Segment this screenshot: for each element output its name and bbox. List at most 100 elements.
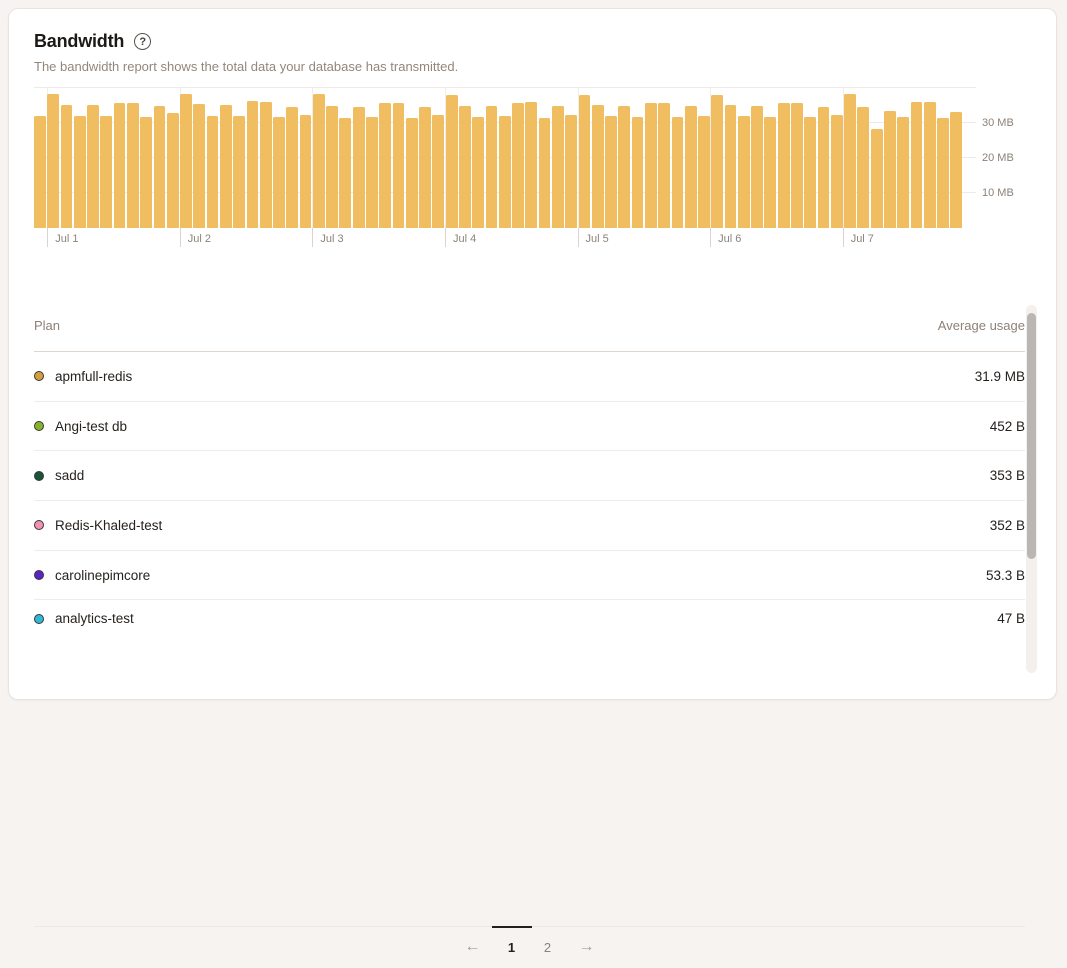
chart-bar[interactable] (446, 95, 458, 228)
chart-bar[interactable] (525, 102, 537, 228)
chart-bar[interactable] (499, 116, 511, 228)
chart-bar[interactable] (432, 115, 444, 228)
plan-usage-value: 352 B (990, 518, 1025, 533)
chart-bar[interactable] (459, 106, 471, 229)
plan-usage-value: 47 B (997, 611, 1025, 626)
x-axis-tick (578, 228, 579, 247)
chart-bar[interactable] (180, 94, 192, 228)
chart-bar[interactable] (645, 103, 657, 228)
plan-usage-value: 31.9 MB (975, 369, 1025, 384)
scrollbar-thumb[interactable] (1027, 313, 1036, 559)
plan-name: analytics-test (55, 611, 134, 626)
chart-bar[interactable] (605, 116, 617, 228)
chart-bar[interactable] (884, 111, 896, 228)
chart-bar[interactable] (353, 107, 365, 228)
chart-bar[interactable] (486, 106, 498, 228)
chart-bar[interactable] (751, 106, 763, 228)
plan-name: sadd (55, 468, 84, 483)
chart-bar[interactable] (61, 105, 73, 228)
chart-bar[interactable] (778, 103, 790, 228)
page-subtitle: The bandwidth report shows the total dat… (34, 59, 934, 74)
chart-bar[interactable] (672, 117, 684, 228)
chart-bar[interactable] (937, 118, 949, 228)
chart-bar[interactable] (127, 103, 139, 228)
chart-bar[interactable] (472, 117, 484, 228)
x-axis-tick-label: Jul 2 (188, 233, 211, 245)
chart-bar[interactable] (844, 94, 856, 228)
chart-bar[interactable] (393, 103, 405, 228)
previous-page-button[interactable]: ← (464, 927, 482, 967)
chart-bar[interactable] (140, 117, 152, 228)
chart-bar[interactable] (87, 105, 99, 228)
plan-usage-value: 53.3 B (986, 568, 1025, 583)
chart-bar[interactable] (233, 116, 245, 228)
chart-bar[interactable] (406, 118, 418, 228)
chart-bar[interactable] (738, 116, 750, 228)
chart-bar[interactable] (100, 116, 112, 228)
chart-bar[interactable] (658, 103, 670, 228)
chart-bar[interactable] (154, 106, 166, 228)
chart-bar[interactable] (34, 116, 46, 228)
chart-bar[interactable] (592, 105, 604, 229)
page-button-2[interactable]: 2 (530, 927, 566, 967)
x-axis-tick-label: Jul 6 (718, 233, 741, 245)
chart-bar[interactable] (565, 115, 577, 228)
plan-color-dot (34, 371, 44, 381)
chart-bar[interactable] (698, 116, 710, 228)
chart-bar[interactable] (725, 105, 737, 228)
chart-bar[interactable] (685, 106, 697, 228)
chart-bar[interactable] (764, 117, 776, 228)
plan-name: apmfull-redis (55, 369, 132, 384)
chart-bar[interactable] (911, 102, 923, 228)
x-axis-tick (180, 228, 181, 247)
chart-bar[interactable] (379, 103, 391, 228)
chart-bar[interactable] (286, 107, 298, 228)
x-axis-tick (843, 228, 844, 247)
chart-bar[interactable] (326, 106, 338, 228)
chart-bar[interactable] (950, 112, 962, 228)
chart-bar[interactable] (804, 117, 816, 228)
chart-bar[interactable] (539, 118, 551, 228)
chart-bar[interactable] (897, 117, 909, 228)
chart-bar[interactable] (419, 107, 431, 229)
chart-bar[interactable] (632, 117, 644, 228)
chart-bar[interactable] (247, 101, 259, 228)
chart-bar[interactable] (220, 105, 232, 228)
chart-bar[interactable] (818, 107, 830, 229)
column-header-average-usage: Average usage (938, 318, 1025, 333)
arrow-right-icon: → (579, 938, 595, 956)
chart-bar[interactable] (791, 103, 803, 228)
chart-bar[interactable] (260, 102, 272, 228)
chart-bar[interactable] (193, 104, 205, 228)
plan-color-dot (34, 421, 44, 431)
chart-bar[interactable] (167, 113, 179, 228)
next-page-button[interactable]: → (578, 927, 596, 967)
chart-bar[interactable] (552, 106, 564, 228)
plan-color-dot (34, 570, 44, 580)
chart-bar[interactable] (871, 129, 883, 228)
chart-bar[interactable] (313, 94, 325, 228)
chart-bar[interactable] (579, 95, 591, 228)
chart-bar[interactable] (366, 117, 378, 228)
chart-bar[interactable] (924, 102, 936, 228)
page-button-1[interactable]: 1 (494, 927, 530, 967)
chart-bar[interactable] (618, 106, 630, 229)
chart-bar[interactable] (339, 118, 351, 228)
scrollbar-track[interactable] (1026, 305, 1037, 673)
plan-color-dot (34, 520, 44, 530)
chart-bar[interactable] (273, 117, 285, 228)
chart-bar[interactable] (831, 115, 843, 228)
chart-bar[interactable] (74, 116, 86, 228)
help-icon[interactable]: ? (134, 33, 151, 50)
chart-bar[interactable] (47, 94, 59, 228)
y-axis-tick-label: 10 MB (982, 186, 1014, 200)
plan-usage-value: 452 B (990, 419, 1025, 434)
x-axis-tick (445, 228, 446, 247)
chart-bar[interactable] (207, 116, 219, 228)
chart-bar[interactable] (512, 103, 524, 228)
chart-bar[interactable] (711, 95, 723, 228)
chart-bar[interactable] (114, 103, 126, 228)
arrow-left-icon: ← (465, 938, 481, 956)
chart-bar[interactable] (300, 115, 312, 228)
chart-bar[interactable] (857, 107, 869, 228)
